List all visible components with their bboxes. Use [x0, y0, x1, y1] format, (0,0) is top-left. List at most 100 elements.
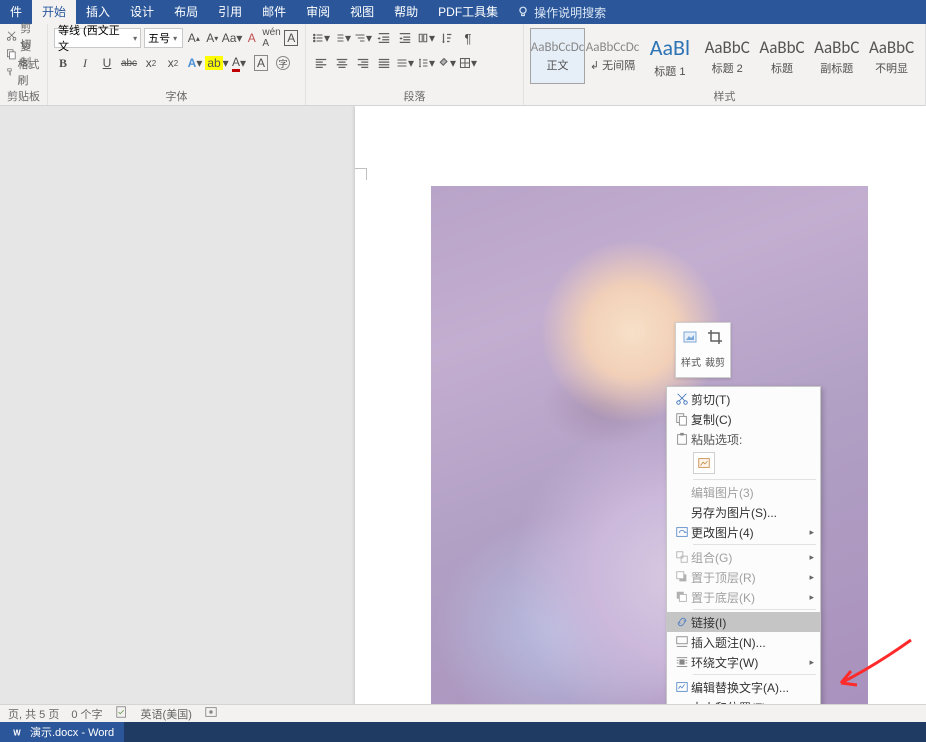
style-sample: AaBbCcDc	[531, 40, 585, 55]
style-name: 无间隔	[602, 60, 635, 72]
ctx-change-picture[interactable]: 更改图片(4) ▸	[667, 522, 820, 542]
show-marks-button[interactable]: ¶	[459, 28, 477, 48]
strikethrough-button[interactable]: abc	[120, 53, 138, 73]
clear-formatting-button[interactable]: A	[244, 28, 259, 48]
picture-style-icon	[682, 328, 700, 346]
style-subtle-emphasis[interactable]: AaBbC 不明显	[864, 28, 919, 84]
ctx-link-label: 链接(I)	[691, 614, 726, 631]
status-language[interactable]: 英语(美国)	[141, 706, 192, 722]
ctx-paste-options-row	[667, 449, 820, 477]
line-spacing-button[interactable]: ▾	[417, 53, 435, 73]
status-macro-icon[interactable]	[204, 705, 218, 722]
ctx-cut[interactable]: 剪切(T)	[667, 389, 820, 409]
ctx-bring-front: 置于顶层(R) ▸	[667, 567, 820, 587]
subscript-button[interactable]: x2	[142, 53, 160, 73]
style-sample: AaBbC	[705, 37, 750, 58]
status-page[interactable]: 页, 共 5 页	[8, 706, 59, 722]
highlight-button[interactable]: ab▾	[208, 53, 226, 73]
chevron-right-icon: ▸	[809, 552, 814, 563]
ctx-group: 组合(G) ▸	[667, 547, 820, 567]
phonetic-guide-button[interactable]: wénA	[263, 28, 281, 48]
align-left-button[interactable]	[312, 53, 330, 73]
style-normal[interactable]: AaBbCcDc 正文	[530, 28, 585, 84]
shrink-font-button[interactable]: A▾	[205, 28, 220, 48]
style-no-spacing[interactable]: AaBbCcDc ↲ 无间隔	[585, 28, 640, 84]
ctx-insert-caption[interactable]: 插入题注(N)...	[667, 632, 820, 652]
italic-button[interactable]: I	[76, 53, 94, 73]
format-painter-button[interactable]: 格式刷	[6, 64, 41, 80]
lightbulb-icon	[516, 5, 530, 19]
tab-help[interactable]: 帮助	[384, 0, 428, 24]
sort-button[interactable]	[438, 28, 456, 48]
styles-gallery[interactable]: AaBbCcDc 正文 AaBbCcDc ↲ 无间隔 AaBl 标题 1 AaB…	[530, 28, 919, 84]
bullets-button[interactable]: ▾	[312, 28, 330, 48]
ctx-copy[interactable]: 复制(C)	[667, 409, 820, 429]
distributed-button[interactable]: ▾	[396, 53, 414, 73]
style-heading2[interactable]: AaBbC 标题 2	[700, 28, 755, 84]
style-title[interactable]: AaBbC 标题	[755, 28, 810, 84]
asian-layout-button[interactable]: ▾	[417, 28, 435, 48]
underline-button[interactable]: U	[98, 53, 116, 73]
tab-design[interactable]: 设计	[120, 0, 164, 24]
align-right-button[interactable]	[354, 53, 372, 73]
change-picture-icon	[675, 525, 689, 539]
enclose-characters-button[interactable]: 字	[274, 53, 292, 73]
grow-font-button[interactable]: A▴	[186, 28, 201, 48]
status-proofing-icon[interactable]	[115, 705, 129, 722]
style-subtitle[interactable]: AaBbC 副标题	[809, 28, 864, 84]
decrease-indent-button[interactable]	[375, 28, 393, 48]
align-center-button[interactable]	[333, 53, 351, 73]
borders-button[interactable]: ▾	[459, 53, 477, 73]
crop-button[interactable]	[706, 328, 724, 349]
link-icon	[675, 615, 689, 629]
paragraph-group-label: 段落	[312, 86, 517, 104]
status-bar: 页, 共 5 页 0 个字 英语(美国)	[0, 704, 926, 722]
tab-review[interactable]: 审阅	[296, 0, 340, 24]
status-word-count[interactable]: 0 个字	[71, 706, 102, 722]
numbering-button[interactable]: ▾	[333, 28, 351, 48]
word-icon: W	[10, 725, 24, 739]
picture-style-button[interactable]	[682, 328, 700, 349]
style-heading1[interactable]: AaBl 标题 1	[640, 28, 700, 84]
svg-text:W: W	[13, 729, 21, 738]
tab-references[interactable]: 引用	[208, 0, 252, 24]
ctx-save-as-picture[interactable]: 另存为图片(S)...	[667, 502, 820, 522]
ctx-edit-alt-text[interactable]: 编辑替换文字(A)...	[667, 677, 820, 697]
justify-button[interactable]	[375, 53, 393, 73]
font-name-combo[interactable]: 等线 (西文正文▾	[54, 28, 141, 48]
tab-insert[interactable]: 插入	[76, 0, 120, 24]
ctx-copy-label: 复制(C)	[691, 411, 732, 428]
style-name: 副标题	[820, 60, 853, 76]
shading-button[interactable]: ▾	[438, 53, 456, 73]
tab-pdf-tools[interactable]: PDF工具集	[428, 0, 508, 24]
character-border-button[interactable]: A	[284, 28, 299, 48]
proofing-icon	[115, 705, 129, 719]
font-size-combo[interactable]: 五号▾	[144, 28, 183, 48]
tab-view[interactable]: 视图	[340, 0, 384, 24]
ctx-wrap-text[interactable]: 环绕文字(W) ▸	[667, 652, 820, 672]
superscript-button[interactable]: x2	[164, 53, 182, 73]
font-size-value: 五号	[148, 30, 170, 46]
style-sample: AaBl	[650, 34, 690, 61]
style-name: 标题	[771, 60, 793, 76]
paste-keep-picture[interactable]	[693, 452, 715, 474]
character-shading-button[interactable]: A	[252, 53, 270, 73]
tell-me-search[interactable]: 操作说明搜索	[508, 4, 614, 21]
font-color-button[interactable]: A▾	[230, 53, 248, 73]
ctx-link[interactable]: 链接(I)	[667, 612, 820, 632]
tab-layout[interactable]: 布局	[164, 0, 208, 24]
increase-indent-button[interactable]	[396, 28, 414, 48]
picture-context-menu: 剪切(T) 复制(C) 粘贴选项: 编辑图片(3) 另存为图片(S)... 更改…	[666, 386, 821, 740]
ribbon-group-font: 等线 (西文正文▾ 五号▾ A▴ A▾ Aa▾ A wénA A B I U a…	[48, 24, 306, 105]
bold-button[interactable]: B	[54, 53, 72, 73]
tab-mailings[interactable]: 邮件	[252, 0, 296, 24]
change-case-button[interactable]: Aa▾	[223, 28, 241, 48]
style-name: 标题 2	[712, 60, 743, 76]
text-effects-button[interactable]: A▾	[186, 53, 204, 73]
style-sample: AaBbC	[869, 37, 914, 58]
style-name: 标题 1	[654, 63, 685, 79]
taskbar-word-app[interactable]: W 演示.docx - Word	[0, 722, 124, 742]
chevron-right-icon: ▸	[809, 592, 814, 603]
multilevel-list-button[interactable]: ▾	[354, 28, 372, 48]
clipboard-buttons: 剪切 复制 格式刷	[6, 28, 41, 80]
